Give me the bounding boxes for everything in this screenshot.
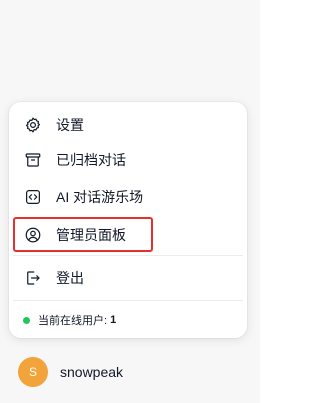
code-bracket-square-icon <box>23 187 43 207</box>
user-menu-popover: 设置 已归档对话 AI 对话游乐场 管理员面板 登出 当前在线用户: 1 <box>9 102 247 338</box>
menu-item-archived-chats[interactable]: 已归档对话 <box>14 145 242 175</box>
online-indicator-dot <box>23 316 30 324</box>
user-circle-icon <box>23 225 43 245</box>
user-profile-button[interactable]: S snowpeak <box>10 352 250 392</box>
menu-item-label: 登出 <box>56 270 84 286</box>
sidebar: 设置 已归档对话 AI 对话游乐场 管理员面板 登出 当前在线用户: 1 S s… <box>0 0 260 403</box>
menu-divider <box>13 300 243 301</box>
menu-item-logout[interactable]: 登出 <box>14 263 242 293</box>
username: snowpeak <box>60 364 124 380</box>
menu-item-label: 设置 <box>56 117 84 133</box>
menu-divider <box>13 255 243 256</box>
menu-item-admin-panel[interactable]: 管理员面板 <box>13 217 153 252</box>
menu-item-ai-playground[interactable]: AI 对话游乐场 <box>14 182 242 212</box>
online-users-label: 当前在线用户: <box>38 315 108 327</box>
menu-item-label: 已归档对话 <box>56 152 126 168</box>
logout-icon <box>23 268 43 288</box>
menu-item-label: AI 对话游乐场 <box>56 189 144 205</box>
online-users-count: 1 <box>110 314 117 326</box>
menu-item-settings[interactable]: 设置 <box>14 110 242 140</box>
avatar: S <box>18 357 48 387</box>
archive-box-icon <box>23 150 43 170</box>
online-users-status: 当前在线用户: 1 <box>23 311 116 329</box>
gear-icon <box>23 115 43 135</box>
menu-item-label: 管理员面板 <box>56 226 126 243</box>
